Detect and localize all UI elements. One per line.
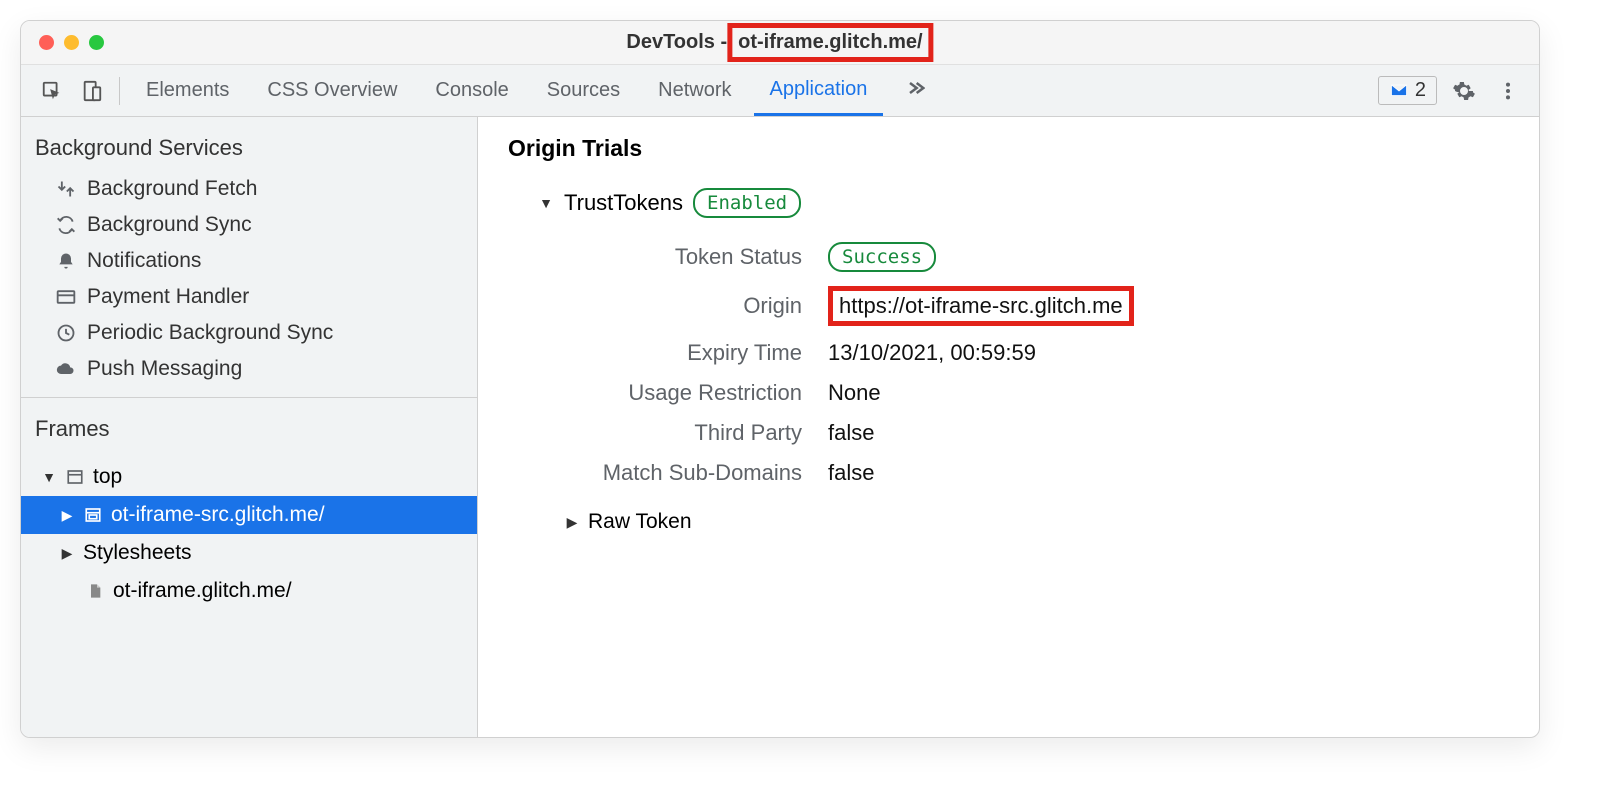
window-title-prefix: DevTools - <box>626 31 727 54</box>
panel-title: Origin Trials <box>508 135 1509 162</box>
frame-selected[interactable]: ▶ ot-iframe-src.glitch.me/ <box>21 496 477 534</box>
kebab-menu-icon[interactable] <box>1491 74 1525 108</box>
row-token-status: Token Status Success <box>508 242 1509 272</box>
row-subdomains: Match Sub-Domains false <box>508 460 1509 486</box>
sidebar-item-label: Background Sync <box>87 213 252 237</box>
sidebar-item-background-sync[interactable]: Background Sync <box>21 207 477 243</box>
frame-label: top <box>93 465 122 489</box>
sidebar-item-label: Background Fetch <box>87 177 257 201</box>
divider <box>119 77 120 105</box>
success-badge: Success <box>828 242 936 272</box>
bell-icon <box>55 250 77 272</box>
frame-top[interactable]: ▼ top <box>21 458 477 496</box>
inspect-element-icon[interactable] <box>35 74 69 108</box>
disclosure-triangle-icon[interactable]: ▼ <box>41 469 57 485</box>
disclosure-triangle-icon[interactable]: ▶ <box>59 545 75 562</box>
window-title: DevTools - ot-iframe.glitch.me/ <box>626 23 933 62</box>
document-icon <box>85 581 105 601</box>
tab-elements[interactable]: Elements <box>130 67 245 114</box>
row-usage-restriction: Usage Restriction None <box>508 380 1509 406</box>
frame-label: ot-iframe-src.glitch.me/ <box>111 503 325 527</box>
panel-body: Background Services Background Fetch Bac… <box>21 117 1539 737</box>
cloud-icon <box>55 358 77 380</box>
tab-console[interactable]: Console <box>419 67 524 114</box>
sidebar-item-label: Notifications <box>87 249 201 273</box>
token-status-label: Token Status <box>508 244 828 270</box>
devtools-window: DevTools - ot-iframe.glitch.me/ Elements… <box>20 20 1540 738</box>
origin-value: https://ot-iframe-src.glitch.me <box>828 286 1134 326</box>
window-icon <box>65 467 85 487</box>
frames-section: Frames ▼ top ▶ ot-iframe-src.glitch.me/ … <box>21 398 477 620</box>
disclosure-triangle-icon[interactable]: ▶ <box>59 507 75 524</box>
sidebar-item-payment-handler[interactable]: Payment Handler <box>21 279 477 315</box>
sidebar-item-label: Push Messaging <box>87 357 242 381</box>
row-origin: Origin https://ot-iframe-src.glitch.me <box>508 286 1509 326</box>
application-sidebar: Background Services Background Fetch Bac… <box>21 117 478 737</box>
issues-button[interactable]: 2 <box>1378 76 1437 105</box>
frame-label: ot-iframe.glitch.me/ <box>113 579 292 603</box>
frame-file[interactable]: ot-iframe.glitch.me/ <box>21 572 477 610</box>
minimize-window-button[interactable] <box>64 35 79 50</box>
trial-row[interactable]: ▼ TrustTokens Enabled <box>508 188 1509 218</box>
sidebar-item-push-messaging[interactable]: Push Messaging <box>21 351 477 387</box>
sidebar-item-notifications[interactable]: Notifications <box>21 243 477 279</box>
issues-count: 2 <box>1415 79 1426 102</box>
titlebar: DevTools - ot-iframe.glitch.me/ <box>21 21 1539 65</box>
usage-label: Usage Restriction <box>508 380 828 406</box>
iframe-icon <box>83 505 103 525</box>
subdomains-value: false <box>828 460 874 486</box>
third-party-value: false <box>828 420 874 446</box>
window-title-url: ot-iframe.glitch.me/ <box>727 23 933 62</box>
tab-css-overview[interactable]: CSS Overview <box>251 67 413 114</box>
background-services-title: Background Services <box>21 129 477 171</box>
close-window-button[interactable] <box>39 35 54 50</box>
origin-label: Origin <box>508 293 828 319</box>
frame-label: Stylesheets <box>83 541 192 565</box>
tab-sources[interactable]: Sources <box>531 67 636 114</box>
more-tabs-icon[interactable] <box>889 66 941 116</box>
sidebar-item-label: Periodic Background Sync <box>87 321 333 345</box>
trial-name: TrustTokens <box>564 190 683 216</box>
clock-icon <box>55 322 77 344</box>
raw-token-label: Raw Token <box>588 510 692 534</box>
sidebar-item-background-fetch[interactable]: Background Fetch <box>21 171 477 207</box>
subdomains-label: Match Sub-Domains <box>508 460 828 486</box>
origin-trials-panel: Origin Trials ▼ TrustTokens Enabled Toke… <box>478 117 1539 737</box>
usage-value: None <box>828 380 881 406</box>
fetch-icon <box>55 178 77 200</box>
traffic-lights <box>39 35 104 50</box>
background-services-section: Background Services Background Fetch Bac… <box>21 117 477 398</box>
enabled-badge: Enabled <box>693 188 801 218</box>
settings-gear-icon[interactable] <box>1447 74 1481 108</box>
device-toolbar-icon[interactable] <box>75 74 109 108</box>
row-raw-token[interactable]: ▶ Raw Token <box>508 510 1509 534</box>
expiry-value: 13/10/2021, 00:59:59 <box>828 340 1036 366</box>
devtools-toolbar: Elements CSS Overview Console Sources Ne… <box>21 65 1539 117</box>
row-expiry: Expiry Time 13/10/2021, 00:59:59 <box>508 340 1509 366</box>
frames-title: Frames <box>21 410 477 452</box>
sidebar-item-label: Payment Handler <box>87 285 249 309</box>
tab-network[interactable]: Network <box>642 67 747 114</box>
tab-application[interactable]: Application <box>754 66 884 116</box>
maximize-window-button[interactable] <box>89 35 104 50</box>
sync-icon <box>55 214 77 236</box>
disclosure-triangle-icon[interactable]: ▶ <box>564 514 580 531</box>
row-third-party: Third Party false <box>508 420 1509 446</box>
sidebar-item-periodic-sync[interactable]: Periodic Background Sync <box>21 315 477 351</box>
disclosure-triangle-icon[interactable]: ▼ <box>538 195 554 211</box>
panel-tabs: Elements CSS Overview Console Sources Ne… <box>130 66 1378 116</box>
third-party-label: Third Party <box>508 420 828 446</box>
card-icon <box>55 286 77 308</box>
expiry-label: Expiry Time <box>508 340 828 366</box>
frame-stylesheets[interactable]: ▶ Stylesheets <box>21 534 477 572</box>
